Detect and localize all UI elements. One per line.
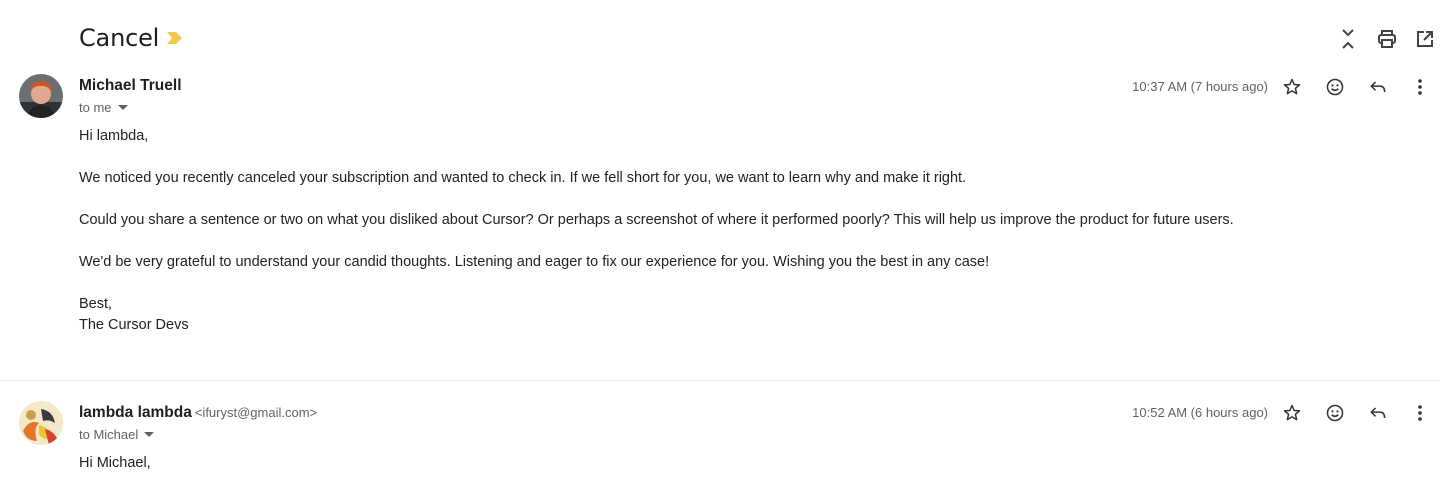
emoji-reaction-icon[interactable] xyxy=(1323,401,1347,425)
star-icon[interactable] xyxy=(1280,401,1304,425)
thread-subject: Cancel xyxy=(79,24,160,52)
star-icon[interactable] xyxy=(1280,75,1304,99)
caret-down-icon xyxy=(144,432,155,437)
print-icon[interactable] xyxy=(1376,28,1398,50)
emoji-reaction-icon[interactable] xyxy=(1323,75,1347,99)
message-body: Hi lambda, We noticed you recently cance… xyxy=(79,126,1234,336)
signature: Best, The Cursor Devs xyxy=(79,294,1234,336)
sender-line: Michael Truell xyxy=(79,77,182,95)
body-paragraph: We'd be very grateful to understand your… xyxy=(79,254,990,270)
more-options-icon[interactable] xyxy=(1408,401,1432,425)
message-actions xyxy=(1280,401,1456,425)
collapse-all-icon[interactable] xyxy=(1337,28,1359,50)
thread-header: Cancel xyxy=(0,0,1456,68)
recipients-toggle[interactable]: to me xyxy=(79,100,128,115)
message-body: Hi Michael, xyxy=(79,453,151,474)
sender-name[interactable]: lambda lambda xyxy=(79,404,192,421)
sender-line: lambda lambda <ifuryst@gmail.com> xyxy=(79,404,317,422)
open-in-new-window-icon[interactable] xyxy=(1414,28,1436,50)
sender-email[interactable]: <ifuryst@gmail.com> xyxy=(195,405,317,420)
message-actions xyxy=(1280,75,1456,99)
signoff-line: Best, xyxy=(79,296,113,312)
thread-toolbar xyxy=(1336,28,1456,52)
recipients-label: to Michael xyxy=(79,427,139,442)
caret-down-icon xyxy=(117,105,128,110)
recipients-label: to me xyxy=(79,100,112,115)
body-paragraph: Hi lambda, xyxy=(79,128,149,144)
reply-icon[interactable] xyxy=(1366,401,1390,425)
recipients-toggle[interactable]: to Michael xyxy=(79,427,155,442)
body-paragraph: We noticed you recently canceled your su… xyxy=(79,170,967,186)
signature-name: The Cursor Devs xyxy=(79,317,189,333)
reply-icon[interactable] xyxy=(1366,75,1390,99)
avatar[interactable] xyxy=(19,401,63,445)
body-paragraph: Hi Michael, xyxy=(79,455,151,471)
message-divider xyxy=(0,380,1440,381)
avatar[interactable] xyxy=(19,74,63,118)
body-paragraph: Could you share a sentence or two on wha… xyxy=(79,212,1234,228)
important-marker-icon[interactable] xyxy=(167,32,182,44)
message-timestamp: 10:52 AM (6 hours ago) xyxy=(1132,405,1268,420)
sender-name[interactable]: Michael Truell xyxy=(79,77,182,94)
message-timestamp: 10:37 AM (7 hours ago) xyxy=(1132,79,1268,94)
more-options-icon[interactable] xyxy=(1408,75,1432,99)
